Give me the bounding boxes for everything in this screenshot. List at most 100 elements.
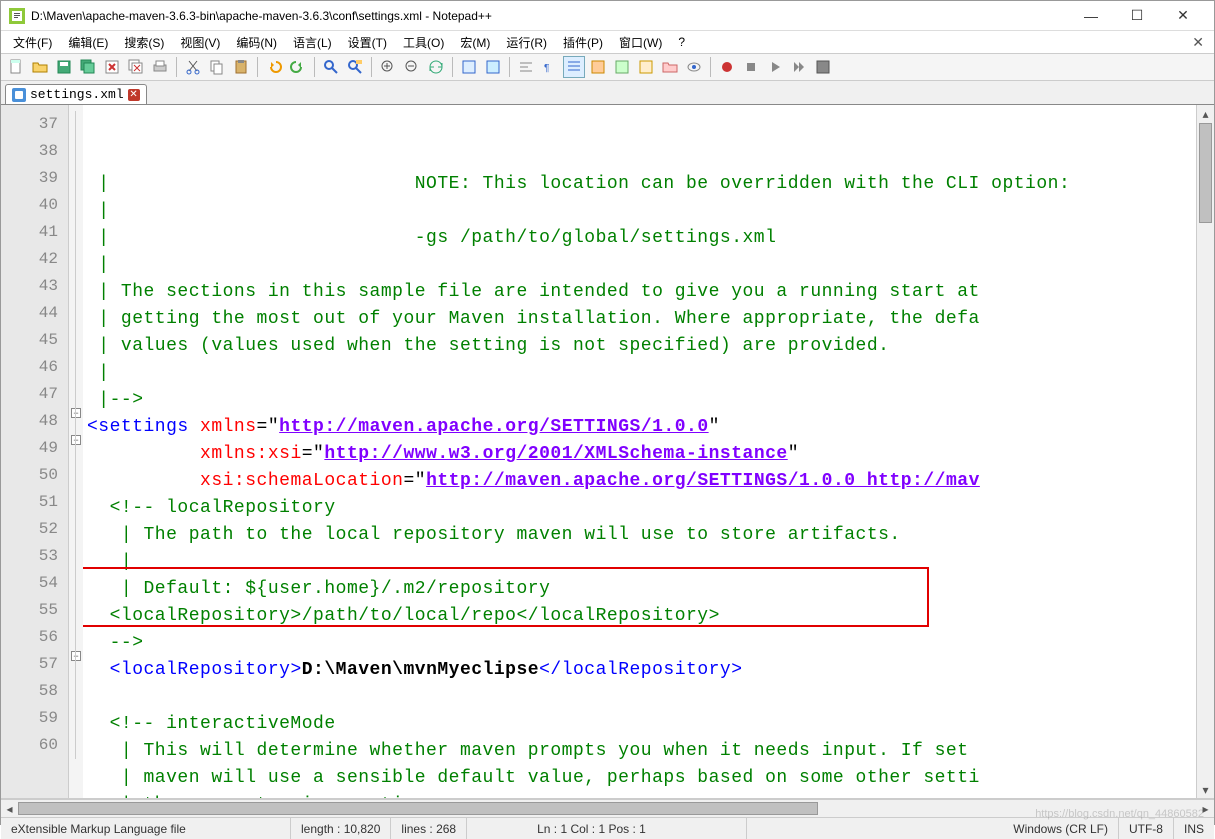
code-line[interactable] [83,684,1196,711]
redo-icon[interactable] [287,56,309,78]
scroll-up-icon[interactable]: ▴ [1197,105,1214,122]
monitor-icon[interactable] [683,56,705,78]
close-all-icon[interactable] [125,56,147,78]
word-wrap-icon[interactable] [458,56,480,78]
menu-tools[interactable]: 工具(O) [397,32,450,53]
menu-settings[interactable]: 设置(T) [342,32,393,53]
menu-macro[interactable]: 宏(M) [454,32,496,53]
code-line[interactable]: | [83,198,1196,225]
status-bar: eXtensible Markup Language file length :… [1,817,1214,839]
code-line[interactable]: xmlns:xsi="http://www.w3.org/2001/XMLSch… [83,441,1196,468]
menu-edit[interactable]: 编辑(E) [62,32,114,53]
line-number-gutter: 3738394041424344454647484950515253545556… [1,105,69,798]
play-multi-icon[interactable] [788,56,810,78]
code-area[interactable]: | NOTE: This location can be overridden … [83,105,1196,798]
scrollbar-track[interactable] [18,800,1197,817]
menubar-close-icon[interactable]: ✕ [1192,34,1204,51]
status-eol[interactable]: Windows (CR LF) [1003,818,1119,839]
menu-search[interactable]: 搜索(S) [118,32,170,53]
menu-view[interactable]: 视图(V) [174,32,226,53]
code-line[interactable]: | [83,252,1196,279]
code-line[interactable]: xsi:schemaLocation="http://maven.apache.… [83,468,1196,495]
print-icon[interactable] [149,56,171,78]
scroll-down-icon[interactable]: ▾ [1197,781,1214,798]
code-line[interactable]: --> [83,630,1196,657]
save-all-icon[interactable] [77,56,99,78]
tab-bar: settings.xml ✕ [1,81,1214,105]
zoom-out-icon[interactable] [401,56,423,78]
status-encoding[interactable]: UTF-8 [1119,818,1174,839]
cut-icon[interactable] [182,56,204,78]
code-line[interactable]: | maven will use a sensible default valu… [83,765,1196,792]
code-line[interactable]: | [83,360,1196,387]
copy-icon[interactable] [206,56,228,78]
menu-encoding[interactable]: 编码(N) [230,32,283,53]
toolbar-separator [371,57,372,77]
vertical-scrollbar[interactable]: ▴ ▾ [1196,105,1214,798]
code-line[interactable]: | values (values used when the setting i… [83,333,1196,360]
code-line[interactable]: <localRepository>D:\Maven\mvnMyeclipse</… [83,657,1196,684]
indent-guide-icon[interactable] [515,56,537,78]
code-line[interactable]: <settings xmlns="http://maven.apache.org… [83,414,1196,441]
zoom-in-icon[interactable] [377,56,399,78]
menu-plugins[interactable]: 插件(P) [557,32,609,53]
user-lang-icon[interactable] [587,56,609,78]
record-icon[interactable] [716,56,738,78]
fold-column: − − − [69,105,83,798]
scrollbar-thumb[interactable] [1199,123,1212,223]
minimize-button[interactable]: — [1068,1,1114,31]
code-line[interactable]: | Default: ${user.home}/.m2/repository [83,576,1196,603]
code-line[interactable]: | getting the most out of your Maven ins… [83,306,1196,333]
toolbar-separator [452,57,453,77]
fold-toggle-icon[interactable]: − [71,408,81,418]
toolbar-separator [710,57,711,77]
menu-file[interactable]: 文件(F) [7,32,58,53]
save-icon[interactable] [53,56,75,78]
code-line[interactable]: | This will determine whether maven prom… [83,738,1196,765]
menu-window[interactable]: 窗口(W) [613,32,668,53]
code-line[interactable]: | The sections in this sample file are i… [83,279,1196,306]
fold-toggle-icon[interactable]: − [71,435,81,445]
menu-run[interactable]: 运行(R) [500,32,553,53]
code-line[interactable]: |--> [83,387,1196,414]
menu-language[interactable]: 语言(L) [287,32,338,53]
code-line[interactable]: | NOTE: This location can be overridden … [83,171,1196,198]
status-lines: lines : 268 [391,818,467,839]
status-ins[interactable]: INS [1174,818,1214,839]
watermark: https://blog.csdn.net/qn_44860582 [1035,808,1204,820]
fold-toggle-icon[interactable]: − [71,651,81,661]
paste-icon[interactable] [230,56,252,78]
maximize-button[interactable]: ☐ [1114,1,1160,31]
find-icon[interactable] [320,56,342,78]
new-file-icon[interactable] [5,56,27,78]
tab-close-icon[interactable]: ✕ [128,89,140,101]
scrollbar-thumb[interactable] [18,802,818,815]
horizontal-scrollbar[interactable]: ◂ ▸ [1,799,1214,817]
menu-help[interactable]: ? [672,33,691,51]
code-line[interactable]: <!-- interactiveMode [83,711,1196,738]
undo-icon[interactable] [263,56,285,78]
doc-map-icon[interactable] [611,56,633,78]
code-line[interactable]: <!-- localRepository [83,495,1196,522]
code-line[interactable]: | -gs /path/to/global/settings.xml [83,225,1196,252]
scroll-left-icon[interactable]: ◂ [1,802,18,816]
close-file-icon[interactable] [101,56,123,78]
tab-settings-xml[interactable]: settings.xml ✕ [5,84,147,104]
open-file-icon[interactable] [29,56,51,78]
play-icon[interactable] [764,56,786,78]
save-macro-icon[interactable] [812,56,834,78]
indent-icon[interactable] [563,56,585,78]
func-list-icon[interactable] [635,56,657,78]
close-button[interactable]: ✕ [1160,1,1206,31]
code-line[interactable]: <localRepository>/path/to/local/repo</lo… [83,603,1196,630]
show-all-icon[interactable] [482,56,504,78]
show-symbol-icon[interactable]: ¶ [539,56,561,78]
stop-icon[interactable] [740,56,762,78]
sync-icon[interactable] [425,56,447,78]
folder-icon[interactable] [659,56,681,78]
code-line[interactable]: | The path to the local repository maven… [83,522,1196,549]
code-line[interactable]: | the parameter in question. [83,792,1196,798]
code-line[interactable]: | [83,549,1196,576]
menu-bar: 文件(F) 编辑(E) 搜索(S) 视图(V) 编码(N) 语言(L) 设置(T… [1,31,1214,53]
replace-icon[interactable] [344,56,366,78]
